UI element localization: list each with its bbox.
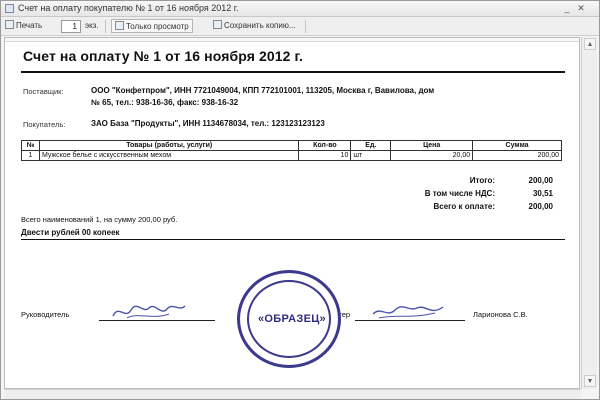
- print-button[interactable]: Печать: [5, 19, 42, 33]
- minimize-icon[interactable]: _: [561, 3, 573, 14]
- print-preview-window: Счет на оплату покупателю № 1 от 16 нояб…: [0, 0, 600, 400]
- cell-price: 20,00: [390, 150, 474, 161]
- table-row: 1 Мужское белье с искусственным мехом 10…: [21, 150, 562, 161]
- preview-only-toggle[interactable]: Только просмотр: [111, 19, 193, 33]
- copies-input[interactable]: 1: [61, 20, 81, 33]
- buyer-value: ЗАО База "Продукты", ИНН 1134678034, тел…: [91, 119, 325, 128]
- supplier-line-2: № 65, тел.: 938-16-36, факс: 938-16-32: [91, 98, 239, 107]
- vat-label: В том числе НДС:: [424, 189, 495, 198]
- col-header-goods: Товары (работы, услуги): [38, 140, 300, 151]
- accountant-signature: [372, 306, 444, 319]
- col-header-qty: Кол-во: [298, 140, 352, 151]
- print-label: Печать: [16, 21, 43, 30]
- supplier-line-1: ООО "Конфетпром", ИНН 7721049004, КПП 77…: [91, 86, 435, 95]
- items-table: № Товары (работы, услуги) Кол-во Ед. Цен…: [21, 140, 562, 161]
- cell-qty: 10: [298, 150, 352, 161]
- scroll-up-icon[interactable]: ▲: [584, 38, 596, 50]
- toolbar-separator: [305, 20, 306, 33]
- col-header-num: №: [21, 140, 40, 151]
- buyer-label: Покупатель:: [23, 120, 66, 129]
- title-rule: [21, 71, 565, 73]
- horizontal-scrollbar[interactable]: [4, 389, 581, 399]
- col-header-unit: Ед.: [350, 140, 392, 151]
- vertical-scrollbar[interactable]: ▲ ▼: [581, 37, 597, 389]
- copies-unit: экз.: [85, 21, 99, 30]
- document-icon: [5, 4, 14, 13]
- col-header-sum: Сумма: [472, 140, 562, 151]
- toolbar: Печать 1 экз. Только просмотр Сохранить …: [1, 17, 599, 36]
- col-header-price: Цена: [390, 140, 474, 151]
- head-signature: [112, 305, 186, 319]
- invoice-title: Счет на оплату № 1 от 16 ноября 2012 г.: [23, 48, 304, 64]
- save-icon: [213, 20, 222, 29]
- save-copy-button[interactable]: Сохранить копию...: [213, 19, 295, 33]
- total-label: Итого:: [469, 176, 495, 185]
- summary-rule: [21, 239, 565, 240]
- amount-due-label: Всего к оплате:: [433, 202, 495, 211]
- amount-due-value: 200,00: [528, 202, 553, 211]
- preview-icon: [115, 21, 124, 30]
- document-area[interactable]: Счет на оплату № 1 от 16 ноября 2012 г. …: [4, 37, 580, 389]
- cell-unit: шт: [350, 150, 392, 161]
- sample-stamp: «ОБРАЗЕЦ»: [237, 270, 341, 368]
- printer-icon: [5, 20, 14, 29]
- cell-sum: 200,00: [472, 150, 562, 161]
- total-value: 200,00: [528, 176, 553, 185]
- table-header-row: № Товары (работы, услуги) Кол-во Ед. Цен…: [21, 140, 562, 151]
- amount-in-words: Двести рублей 00 копеек: [21, 228, 120, 237]
- items-count-text: Всего наименований 1, на сумму 200,00 ру…: [21, 215, 178, 224]
- page-top-edge: [5, 38, 579, 42]
- supplier-label: Поставщик:: [23, 87, 64, 96]
- toolbar-separator: [105, 20, 106, 33]
- vat-value: 30,51: [532, 189, 553, 198]
- close-icon[interactable]: ✕: [575, 3, 587, 14]
- save-copy-label: Сохранить копию...: [224, 21, 296, 30]
- window-title: Счет на оплату покупателю № 1 от 16 нояб…: [18, 3, 239, 13]
- preview-label: Только просмотр: [126, 22, 189, 31]
- head-signature-label: Руководитель: [21, 310, 70, 319]
- title-bar: Счет на оплату покупателю № 1 от 16 нояб…: [1, 1, 599, 17]
- stamp-text: «ОБРАЗЕЦ»: [258, 313, 326, 325]
- cell-goods: Мужское белье с искусственным мехом: [38, 150, 300, 161]
- cell-num: 1: [21, 150, 40, 161]
- accountant-name: Ларионова С.В.: [473, 310, 528, 319]
- scroll-down-icon[interactable]: ▼: [584, 375, 596, 387]
